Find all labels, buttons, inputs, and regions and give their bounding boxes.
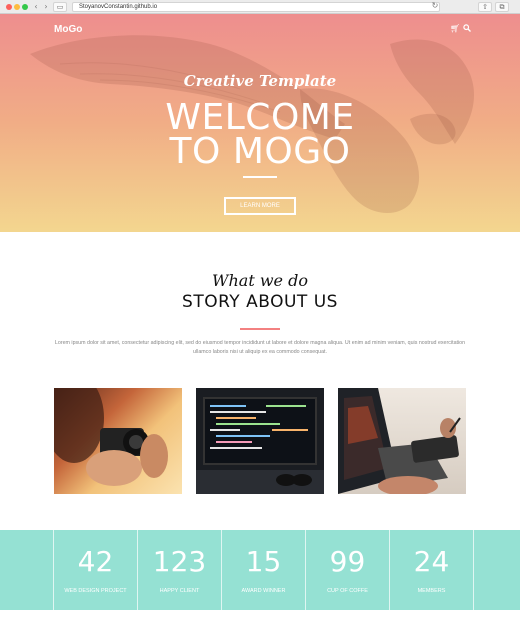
stat-label: CUP OF COFFE <box>327 588 368 594</box>
photo-code-monitor[interactable] <box>196 388 324 494</box>
stat-label: AWARD WINNER <box>241 588 286 594</box>
stat-number: 42 <box>77 545 114 578</box>
stat-number: 99 <box>329 545 366 578</box>
browser-toolbar: ‹ › ▭ StoyanovConstantin.github.io ↻ ⇧ ⧉ <box>0 0 520 14</box>
cart-icon[interactable]: 🛒︎ <box>450 24 460 34</box>
stat-label: MEMBERS <box>417 588 446 594</box>
stat-number: 15 <box>245 545 282 578</box>
stat-award-winner: 15 AWARD WINNER <box>222 530 305 610</box>
stat-happy-client: 123 HAPPY CLIENT <box>138 530 221 610</box>
hero-divider <box>243 176 277 178</box>
section-script-title: What we do <box>212 271 308 290</box>
sidebar-icon[interactable]: ▭ <box>53 2 67 12</box>
section-title: STORY ABOUT US <box>182 292 338 312</box>
site-logo[interactable]: MoGo <box>54 24 82 36</box>
search-icon[interactable] <box>463 24 471 35</box>
stat-number: 123 <box>152 545 207 578</box>
tabs-icon[interactable]: ⧉ <box>495 2 509 12</box>
section-body-text: Lorem ipsum dolor sit amet, consectetur … <box>54 340 466 355</box>
stats-divider <box>473 530 474 610</box>
reload-icon[interactable]: ↻ <box>429 1 441 11</box>
hero-section: MoGo 🛒︎ Creative Template WELCOME TO MOG… <box>0 14 520 232</box>
hero-tagline: Creative Template <box>183 72 337 90</box>
minimize-window-button[interactable] <box>14 4 20 10</box>
close-window-button[interactable] <box>6 4 12 10</box>
chevron-right-icon[interactable]: › <box>40 2 52 12</box>
share-icon[interactable]: ⇧ <box>478 2 492 12</box>
stat-label: WEB DESIGN PROJECT <box>64 588 127 594</box>
stat-number: 24 <box>413 545 450 578</box>
zoom-window-button[interactable] <box>22 4 28 10</box>
stat-label: HAPPY CLIENT <box>159 588 200 594</box>
stat-cup-of-coffee: 99 CUP OF COFFE <box>306 530 389 610</box>
photo-laptop-tablet[interactable] <box>338 388 466 494</box>
address-bar[interactable]: StoyanovConstantin.github.io <box>72 2 440 12</box>
learn-more-button[interactable]: LEARN MORE <box>224 197 296 215</box>
address-text: StoyanovConstantin.github.io <box>79 4 158 10</box>
stat-members: 24 MEMBERS <box>390 530 473 610</box>
section-divider <box>240 328 280 330</box>
hero-headline-line2: TO MOGO <box>169 131 351 172</box>
stat-web-design: 42 WEB DESIGN PROJECT <box>54 530 137 610</box>
photo-photographer[interactable] <box>54 388 182 494</box>
stats-section: 42 WEB DESIGN PROJECT 123 HAPPY CLIENT 1… <box>0 530 520 610</box>
